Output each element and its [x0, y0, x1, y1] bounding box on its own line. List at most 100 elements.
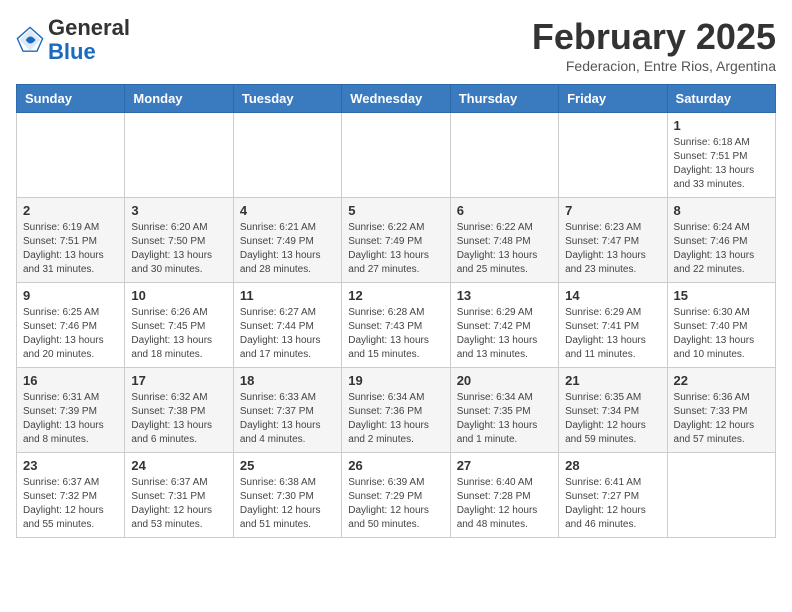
day-info: Sunrise: 6:37 AM Sunset: 7:31 PM Dayligh… [131, 476, 226, 532]
calendar-cell: 22 Sunrise: 6:36 AM Sunset: 7:33 PM Dayli… [667, 368, 775, 453]
calendar-cell: 6 Sunrise: 6:22 AM Sunset: 7:48 PM Daylig… [450, 198, 558, 283]
location-subtitle: Federacion, Entre Rios, Argentina [532, 58, 776, 74]
weekday-header-wednesday: Wednesday [342, 85, 450, 113]
calendar-cell: 23 Sunrise: 6:37 AM Sunset: 7:32 PM Dayli… [17, 453, 125, 538]
day-number: 25 [240, 458, 335, 473]
day-info: Sunrise: 6:27 AM Sunset: 7:44 PM Dayligh… [240, 306, 335, 362]
calendar-week-row: 9 Sunrise: 6:25 AM Sunset: 7:46 PM Daylig… [17, 283, 776, 368]
day-number: 26 [348, 458, 443, 473]
day-number: 21 [565, 373, 660, 388]
day-info: Sunrise: 6:28 AM Sunset: 7:43 PM Dayligh… [348, 306, 443, 362]
calendar-cell [450, 113, 558, 198]
day-info: Sunrise: 6:30 AM Sunset: 7:40 PM Dayligh… [674, 306, 769, 362]
day-number: 9 [23, 288, 118, 303]
weekday-header-tuesday: Tuesday [233, 85, 341, 113]
day-info: Sunrise: 6:34 AM Sunset: 7:36 PM Dayligh… [348, 391, 443, 447]
day-number: 6 [457, 203, 552, 218]
calendar-cell: 17 Sunrise: 6:32 AM Sunset: 7:38 PM Dayli… [125, 368, 233, 453]
day-info: Sunrise: 6:40 AM Sunset: 7:28 PM Dayligh… [457, 476, 552, 532]
calendar-cell: 18 Sunrise: 6:33 AM Sunset: 7:37 PM Dayli… [233, 368, 341, 453]
day-info: Sunrise: 6:23 AM Sunset: 7:47 PM Dayligh… [565, 221, 660, 277]
day-number: 8 [674, 203, 769, 218]
calendar-cell: 13 Sunrise: 6:29 AM Sunset: 7:42 PM Dayli… [450, 283, 558, 368]
day-info: Sunrise: 6:31 AM Sunset: 7:39 PM Dayligh… [23, 391, 118, 447]
day-info: Sunrise: 6:39 AM Sunset: 7:29 PM Dayligh… [348, 476, 443, 532]
weekday-header-row: SundayMondayTuesdayWednesdayThursdayFrid… [17, 85, 776, 113]
calendar-cell: 11 Sunrise: 6:27 AM Sunset: 7:44 PM Dayli… [233, 283, 341, 368]
day-info: Sunrise: 6:24 AM Sunset: 7:46 PM Dayligh… [674, 221, 769, 277]
calendar-week-row: 2 Sunrise: 6:19 AM Sunset: 7:51 PM Daylig… [17, 198, 776, 283]
calendar-cell: 2 Sunrise: 6:19 AM Sunset: 7:51 PM Daylig… [17, 198, 125, 283]
month-title: February 2025 [532, 16, 776, 58]
calendar-cell [125, 113, 233, 198]
logo-icon [16, 26, 44, 54]
calendar-cell: 12 Sunrise: 6:28 AM Sunset: 7:43 PM Dayli… [342, 283, 450, 368]
title-area: February 2025 Federacion, Entre Rios, Ar… [532, 16, 776, 74]
calendar-cell [342, 113, 450, 198]
day-number: 11 [240, 288, 335, 303]
weekday-header-friday: Friday [559, 85, 667, 113]
calendar-cell: 19 Sunrise: 6:34 AM Sunset: 7:36 PM Dayli… [342, 368, 450, 453]
calendar-cell: 4 Sunrise: 6:21 AM Sunset: 7:49 PM Daylig… [233, 198, 341, 283]
day-info: Sunrise: 6:38 AM Sunset: 7:30 PM Dayligh… [240, 476, 335, 532]
calendar-cell [559, 113, 667, 198]
day-number: 3 [131, 203, 226, 218]
day-info: Sunrise: 6:33 AM Sunset: 7:37 PM Dayligh… [240, 391, 335, 447]
day-info: Sunrise: 6:25 AM Sunset: 7:46 PM Dayligh… [23, 306, 118, 362]
day-number: 2 [23, 203, 118, 218]
weekday-header-thursday: Thursday [450, 85, 558, 113]
calendar-cell [233, 113, 341, 198]
day-number: 13 [457, 288, 552, 303]
weekday-header-monday: Monday [125, 85, 233, 113]
day-number: 5 [348, 203, 443, 218]
logo-general-text: General [48, 15, 130, 40]
day-info: Sunrise: 6:19 AM Sunset: 7:51 PM Dayligh… [23, 221, 118, 277]
day-number: 14 [565, 288, 660, 303]
day-number: 12 [348, 288, 443, 303]
logo-blue-text: Blue [48, 39, 96, 64]
day-number: 22 [674, 373, 769, 388]
day-number: 28 [565, 458, 660, 473]
day-number: 19 [348, 373, 443, 388]
calendar-cell: 5 Sunrise: 6:22 AM Sunset: 7:49 PM Daylig… [342, 198, 450, 283]
calendar-cell: 24 Sunrise: 6:37 AM Sunset: 7:31 PM Dayli… [125, 453, 233, 538]
day-info: Sunrise: 6:29 AM Sunset: 7:41 PM Dayligh… [565, 306, 660, 362]
calendar-cell: 28 Sunrise: 6:41 AM Sunset: 7:27 PM Dayli… [559, 453, 667, 538]
day-info: Sunrise: 6:29 AM Sunset: 7:42 PM Dayligh… [457, 306, 552, 362]
weekday-header-sunday: Sunday [17, 85, 125, 113]
calendar-cell: 25 Sunrise: 6:38 AM Sunset: 7:30 PM Dayli… [233, 453, 341, 538]
calendar-cell: 14 Sunrise: 6:29 AM Sunset: 7:41 PM Dayli… [559, 283, 667, 368]
day-info: Sunrise: 6:37 AM Sunset: 7:32 PM Dayligh… [23, 476, 118, 532]
day-number: 24 [131, 458, 226, 473]
day-info: Sunrise: 6:32 AM Sunset: 7:38 PM Dayligh… [131, 391, 226, 447]
calendar-cell: 3 Sunrise: 6:20 AM Sunset: 7:50 PM Daylig… [125, 198, 233, 283]
calendar-cell: 7 Sunrise: 6:23 AM Sunset: 7:47 PM Daylig… [559, 198, 667, 283]
day-number: 7 [565, 203, 660, 218]
day-number: 27 [457, 458, 552, 473]
day-number: 4 [240, 203, 335, 218]
calendar-week-row: 1Sunrise: 6:18 AM Sunset: 7:51 PM Daylig… [17, 113, 776, 198]
day-number: 20 [457, 373, 552, 388]
day-info: Sunrise: 6:41 AM Sunset: 7:27 PM Dayligh… [565, 476, 660, 532]
calendar-week-row: 16Sunrise: 6:31 AM Sunset: 7:39 PM Dayli… [17, 368, 776, 453]
day-info: Sunrise: 6:22 AM Sunset: 7:48 PM Dayligh… [457, 221, 552, 277]
day-number: 17 [131, 373, 226, 388]
calendar-cell [667, 453, 775, 538]
day-info: Sunrise: 6:36 AM Sunset: 7:33 PM Dayligh… [674, 391, 769, 447]
day-number: 23 [23, 458, 118, 473]
day-info: Sunrise: 6:34 AM Sunset: 7:35 PM Dayligh… [457, 391, 552, 447]
calendar-cell: 1Sunrise: 6:18 AM Sunset: 7:51 PM Daylig… [667, 113, 775, 198]
calendar-cell: 16Sunrise: 6:31 AM Sunset: 7:39 PM Dayli… [17, 368, 125, 453]
day-info: Sunrise: 6:21 AM Sunset: 7:49 PM Dayligh… [240, 221, 335, 277]
calendar-week-row: 23 Sunrise: 6:37 AM Sunset: 7:32 PM Dayli… [17, 453, 776, 538]
calendar-cell: 8 Sunrise: 6:24 AM Sunset: 7:46 PM Daylig… [667, 198, 775, 283]
day-info: Sunrise: 6:20 AM Sunset: 7:50 PM Dayligh… [131, 221, 226, 277]
calendar-table: SundayMondayTuesdayWednesdayThursdayFrid… [16, 84, 776, 538]
calendar-cell: 26 Sunrise: 6:39 AM Sunset: 7:29 PM Dayli… [342, 453, 450, 538]
day-info: Sunrise: 6:18 AM Sunset: 7:51 PM Dayligh… [674, 136, 769, 192]
day-number: 18 [240, 373, 335, 388]
calendar-cell: 10Sunrise: 6:26 AM Sunset: 7:45 PM Dayli… [125, 283, 233, 368]
day-info: Sunrise: 6:22 AM Sunset: 7:49 PM Dayligh… [348, 221, 443, 277]
header: General Blue February 2025 Federacion, E… [16, 16, 776, 74]
day-number: 10 [131, 288, 226, 303]
